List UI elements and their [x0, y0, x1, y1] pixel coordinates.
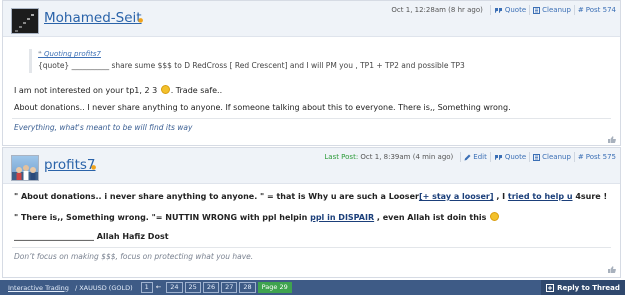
- inline-link[interactable]: [+ stay a looser]: [419, 192, 494, 201]
- edit-button[interactable]: Edit: [464, 153, 487, 161]
- cleanup-icon: [533, 153, 541, 161]
- cleanup-button[interactable]: Cleanup: [533, 6, 571, 14]
- reply-icon: [546, 283, 555, 292]
- divider: [529, 152, 531, 162]
- avatar[interactable]: [11, 8, 39, 34]
- page-link[interactable]: 1: [140, 282, 153, 293]
- post-actions: Last Post: Oct 1, 8:39am (4 min ago) Edi…: [324, 152, 616, 162]
- edit-icon: [464, 154, 471, 160]
- reply-to-thread-button[interactable]: Reply to Thread: [541, 280, 625, 295]
- quote-icon: [494, 154, 502, 160]
- breadcrumb-forum[interactable]: Interactive Trading: [8, 284, 69, 292]
- divider: [573, 5, 575, 15]
- pagination: 1 ← 24 25 26 27 28 Page 29: [139, 282, 292, 293]
- post-line: " There is,, Something wrong. "= NUTTIN …: [14, 212, 500, 222]
- quote-header[interactable]: ❝ Quoting profits7: [38, 49, 509, 59]
- page-link[interactable]: 27: [221, 282, 238, 293]
- post-575: profits7 ● Last Post: Oct 1, 8:39am (4 m…: [2, 147, 621, 278]
- signature: Everything, what's meant to be will find…: [14, 123, 193, 132]
- page-link[interactable]: 25: [184, 282, 201, 293]
- quote-button[interactable]: Quote: [494, 6, 526, 14]
- hash-icon: #: [577, 153, 584, 161]
- divider: [489, 152, 491, 162]
- smile-emoji-icon: [490, 212, 500, 221]
- username-link[interactable]: Mohamed-Seit: [44, 10, 142, 26]
- post-line: About donations.. I never share anything…: [14, 103, 511, 112]
- left-arrow-icon: ←: [155, 283, 162, 291]
- page-link[interactable]: 26: [202, 282, 220, 293]
- smile-emoji-icon: [160, 85, 170, 94]
- star-icon: ●: [91, 164, 97, 171]
- cleanup-button[interactable]: Cleanup: [533, 153, 571, 161]
- inline-link[interactable]: tried to help u: [508, 192, 573, 201]
- page-link[interactable]: 24: [166, 282, 183, 293]
- quote-icon: [494, 7, 502, 13]
- like-thumb-icon[interactable]: [608, 266, 616, 273]
- divider: [573, 152, 575, 162]
- post-number-link[interactable]: # Post 574: [578, 6, 616, 14]
- thread-footer: Interactive Trading / XAUUSD (GOLD) 1 ← 24…: [0, 280, 625, 295]
- signature-divider: [12, 247, 611, 248]
- inline-link[interactable]: ppl in DISPAIR: [310, 213, 374, 222]
- quote-block: ❝ Quoting profits7 {quote} __________ sh…: [29, 49, 509, 73]
- post-actions: Oct 1, 12:28am (8 hr ago) Quote Cleanup …: [391, 5, 616, 15]
- username-link[interactable]: profits7: [44, 157, 96, 173]
- star-icon: ●: [138, 17, 144, 24]
- hash-icon: #: [577, 6, 584, 14]
- post-time: Oct 1, 12:28am (8 hr ago): [391, 6, 483, 14]
- signature-divider: [12, 118, 611, 119]
- divider: [489, 5, 491, 15]
- post-574: Mohamed-Seit ● Oct 1, 12:28am (8 hr ago)…: [2, 0, 621, 146]
- quote-text: {quote} __________ share sume $$$ to D R…: [38, 61, 465, 70]
- divider: [460, 152, 462, 162]
- avatar[interactable]: [11, 155, 39, 181]
- divider: [529, 5, 531, 15]
- quote-button[interactable]: Quote: [494, 153, 526, 161]
- cleanup-icon: [533, 6, 541, 14]
- post-line: I am not interested on your tp1, 2 3 . T…: [14, 85, 223, 95]
- signature: Don’t focus on making $$$, focus on prot…: [14, 252, 254, 261]
- current-page: Page 29: [257, 282, 292, 293]
- like-thumb-icon[interactable]: [608, 136, 616, 143]
- post-header: Mohamed-Seit ● Oct 1, 12:28am (8 hr ago)…: [3, 1, 620, 37]
- breadcrumb-thread: / XAUUSD (GOLD): [74, 283, 133, 292]
- post-number-link[interactable]: # Post 575: [578, 153, 616, 161]
- last-post-info: Last Post: Oct 1, 8:39am (4 min ago): [324, 153, 454, 161]
- post-line: " About donations.. i never share anythi…: [14, 192, 608, 201]
- post-header: profits7 ● Last Post: Oct 1, 8:39am (4 m…: [3, 148, 620, 184]
- page-link[interactable]: 28: [239, 282, 256, 293]
- post-line: ____________________ Allah Hafiz Dost: [14, 232, 169, 241]
